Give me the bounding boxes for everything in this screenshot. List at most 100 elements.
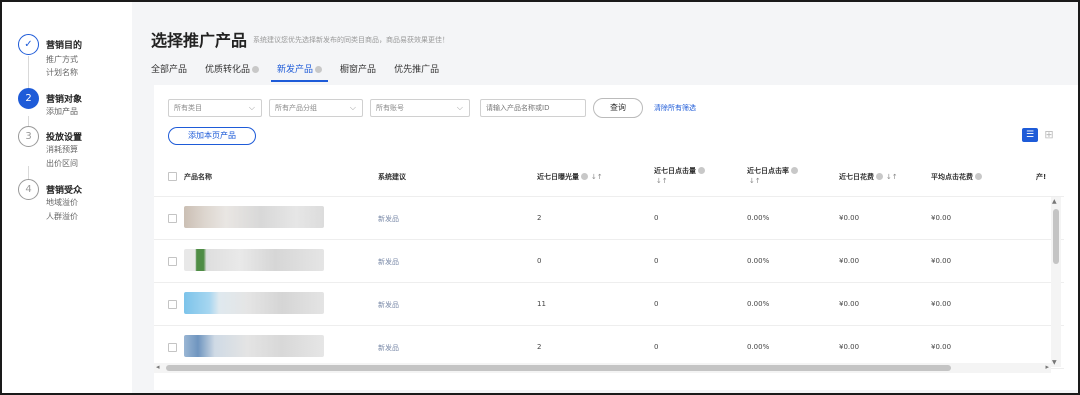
tab-priority-products[interactable]: 优先推广品 — [394, 60, 439, 82]
scroll-left-icon[interactable]: ◂ — [156, 363, 160, 371]
row-checkbox[interactable] — [168, 257, 177, 266]
tab-label: 橱窗产品 — [340, 65, 377, 75]
suggestion-tag: 新发品 — [378, 344, 399, 352]
step-connector — [28, 166, 29, 180]
product-tabs: 全部产品 优质转化品 新发产品 橱窗产品 优先推广品 — [151, 60, 457, 82]
col-clicks[interactable]: 近七日点击量 ↓↑ — [654, 166, 705, 186]
step-title: 营销受众 — [46, 186, 83, 196]
step-sub: 消耗预算 — [46, 145, 78, 154]
col-cpc[interactable]: 平均点击花费 — [931, 172, 982, 182]
step-sub: 计划名称 — [46, 68, 78, 77]
add-page-products-button[interactable]: 添加本页产品 — [168, 127, 256, 145]
spend-cell: ¥0.00 — [839, 300, 860, 308]
scroll-up-icon[interactable]: ▲ — [1052, 198, 1057, 205]
step-sub: 添加产品 — [46, 107, 78, 116]
query-button[interactable]: 查询 — [593, 98, 643, 118]
col-suggestion: 系统建议 — [378, 173, 406, 181]
info-icon[interactable] — [581, 173, 588, 180]
impressions-cell: 2 — [537, 343, 542, 351]
tab-label: 新发产品 — [277, 65, 314, 75]
sort-icon[interactable]: ↓↑ — [656, 177, 668, 185]
info-icon[interactable] — [876, 173, 883, 180]
cpc-cell: ¥0.00 — [931, 257, 952, 265]
impressions-cell: 11 — [537, 300, 546, 308]
vertical-scroll-thumb[interactable] — [1053, 209, 1059, 264]
category-select[interactable]: 所有类目 ⌵ — [168, 99, 262, 117]
scroll-right-icon[interactable]: ▸ — [1045, 363, 1049, 371]
chevron-down-icon: ⌵ — [456, 103, 463, 112]
table-row[interactable]: 新发品 2 0 0.00% ¥0.00 ¥0.00 — [154, 197, 1064, 240]
clicks-cell: 0 — [654, 300, 659, 308]
spend-cell: ¥0.00 — [839, 257, 860, 265]
horizontal-scrollbar[interactable]: ◂ ▸ — [154, 363, 1051, 373]
chevron-down-icon: ⌵ — [349, 103, 356, 112]
info-icon[interactable] — [315, 66, 323, 73]
product-group-select[interactable]: 所有产品分组 ⌵ — [269, 99, 363, 117]
list-view-icon[interactable]: ☰ — [1022, 128, 1038, 142]
col-label: 近七日曝光量 — [537, 173, 579, 181]
tab-label: 优质转化品 — [205, 65, 251, 75]
row-checkbox[interactable] — [168, 214, 177, 223]
row-checkbox[interactable] — [168, 343, 177, 352]
step-title: 营销目的 — [46, 41, 83, 51]
step-number: 4 — [18, 179, 39, 200]
spend-cell: ¥0.00 — [839, 214, 860, 222]
select-all-checkbox[interactable] — [168, 172, 177, 181]
table-row[interactable]: 新发品 0 0 0.00% ¥0.00 ¥0.00 — [154, 240, 1064, 283]
cpc-cell: ¥0.00 — [931, 343, 952, 351]
suggestion-tag: 新发品 — [378, 258, 399, 266]
sort-icon[interactable]: ↓↑ — [886, 173, 898, 181]
info-icon[interactable] — [698, 167, 705, 174]
clicks-cell: 0 — [654, 257, 659, 265]
page-hint: 系统建议您优先选择新发布的同类目商品，商品易获效果更佳！ — [253, 36, 449, 44]
tab-new-products[interactable]: 新发产品 — [271, 60, 329, 82]
suggestion-tag: 新发品 — [378, 301, 399, 309]
product-thumbnail — [184, 206, 324, 228]
horizontal-scroll-thumb[interactable] — [166, 365, 951, 371]
product-panel: 所有类目 ⌵ 所有产品分组 ⌵ 所有账号 ⌵ 查询 清除所有筛选 添加本页产品 … — [154, 85, 1078, 390]
sort-icon[interactable]: ↓↑ — [749, 177, 761, 185]
table-header: 产品名称 系统建议 近七日曝光量 ↓↑ 近七日点击量 ↓↑ 近七日点击率 ↓↑ 近七日… — [154, 157, 1064, 197]
tab-quality-conversion[interactable]: 优质转化品 — [205, 60, 260, 82]
col-impressions[interactable]: 近七日曝光量 ↓↑ — [537, 172, 603, 182]
chevron-down-icon: ⌵ — [248, 103, 255, 112]
tab-all-products[interactable]: 全部产品 — [151, 60, 187, 82]
col-spend[interactable]: 近七日花费 ↓↑ — [839, 172, 898, 182]
spend-cell: ¥0.00 — [839, 343, 860, 351]
tab-label: 全部产品 — [151, 65, 188, 75]
impressions-cell: 2 — [537, 214, 542, 222]
clear-filters-link[interactable]: 清除所有筛选 — [654, 103, 696, 113]
page-title: 选择推广产品 — [151, 31, 248, 50]
select-value: 所有产品分组 — [275, 104, 317, 112]
info-icon[interactable] — [252, 66, 260, 73]
grid-view-icon[interactable]: ⊞ — [1042, 128, 1056, 142]
step-connector — [28, 56, 29, 88]
tab-showcase-products[interactable]: 橱窗产品 — [340, 60, 376, 82]
suggestion-tag: 新发品 — [378, 215, 399, 223]
step-number: 3 — [18, 126, 39, 147]
info-icon[interactable] — [791, 167, 798, 174]
sort-icon[interactable]: ↓↑ — [591, 173, 603, 181]
row-checkbox[interactable] — [168, 300, 177, 309]
clicks-cell: 0 — [654, 214, 659, 222]
product-thumbnail — [184, 335, 324, 357]
step-sub: 地域溢价 — [46, 198, 78, 207]
product-search-input[interactable] — [480, 99, 586, 117]
product-thumbnail — [184, 249, 324, 271]
col-label: 近七日花费 — [839, 173, 874, 181]
info-icon[interactable] — [975, 173, 982, 180]
product-thumbnail — [184, 292, 324, 314]
clicks-cell: 0 — [654, 343, 659, 351]
account-select[interactable]: 所有账号 ⌵ — [370, 99, 470, 117]
table-row[interactable]: 新发品 11 0 0.00% ¥0.00 ¥0.00 — [154, 283, 1064, 326]
scroll-down-icon[interactable]: ▼ — [1052, 359, 1057, 366]
cpc-cell: ¥0.00 — [931, 300, 952, 308]
cpc-cell: ¥0.00 — [931, 214, 952, 222]
ctr-cell: 0.00% — [747, 257, 770, 265]
step-sub: 人群溢价 — [46, 212, 78, 221]
vertical-scrollbar[interactable]: ▲ ▼ — [1051, 197, 1061, 367]
step-number: 2 — [18, 88, 39, 109]
main-content: 选择推广产品 系统建议您优先选择新发布的同类目商品，商品易获效果更佳！ 全部产品… — [132, 2, 1078, 393]
col-ctr[interactable]: 近七日点击率 ↓↑ — [747, 166, 798, 186]
col-product-name: 产品名称 — [184, 173, 212, 181]
